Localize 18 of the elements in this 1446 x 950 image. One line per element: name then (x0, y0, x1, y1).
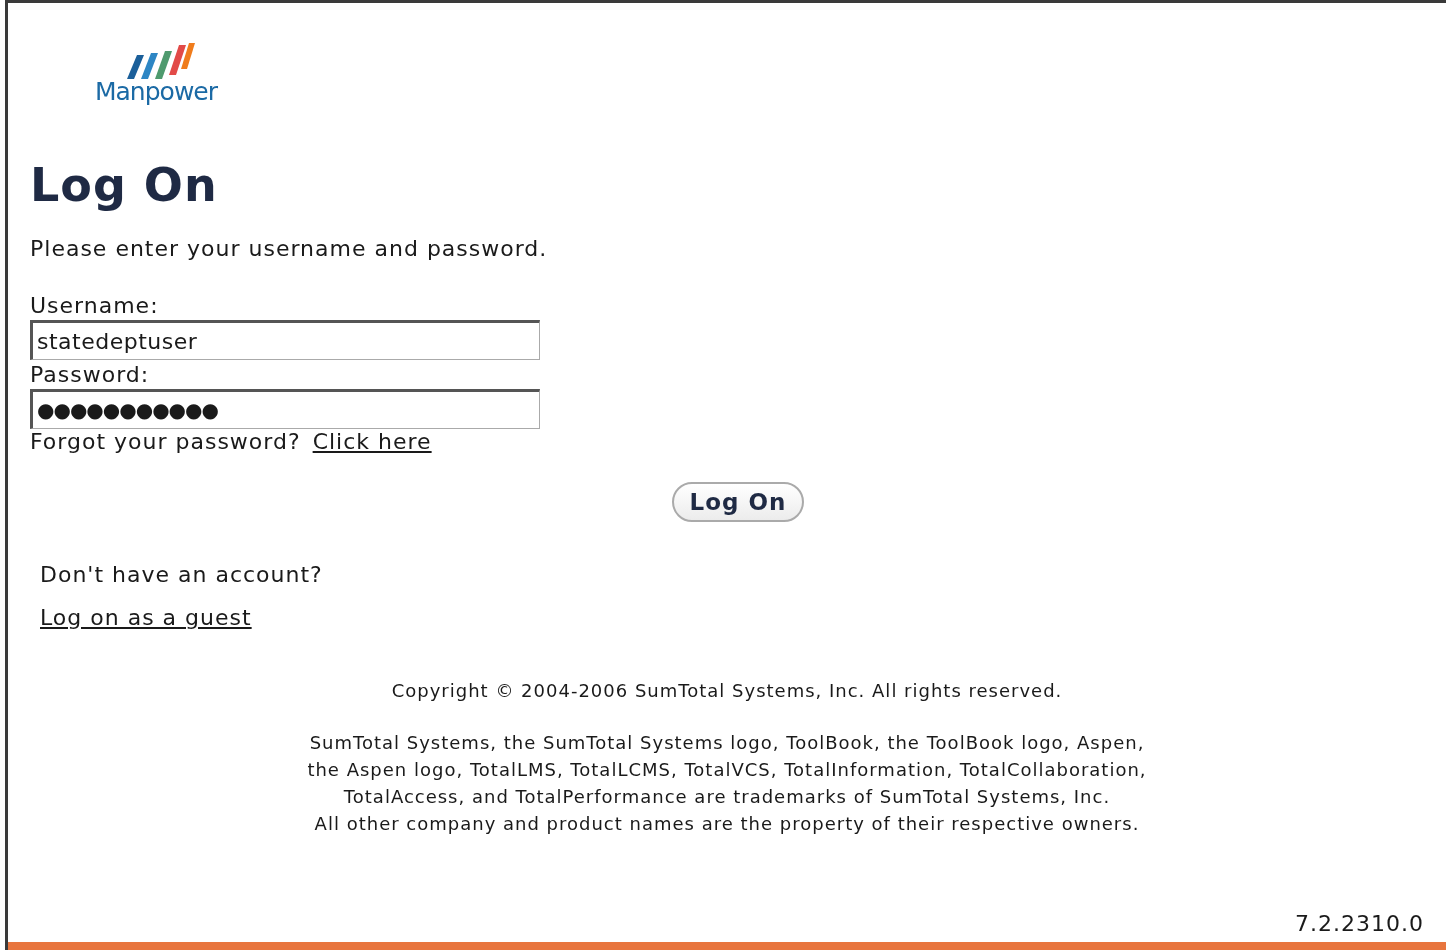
field-label: Password: (30, 362, 151, 387)
trademark-text: TotalAccess, and TotalPerformance are trademarks of SumTotal Systems, Inc. (343, 785, 1111, 809)
log-on-button[interactable]: Log On (671, 482, 805, 522)
account-text: Don't have an account? (40, 562, 323, 587)
page-title: Log On (30, 158, 219, 212)
version-text: 7.2.2310.0 (1295, 911, 1424, 936)
trademark-text: SumTotal Systems, the SumTotal Systems logo, ToolBook, the ToolBook logo, Aspen, (309, 731, 1145, 755)
trademark-text: All other company and product names are the property of their respective owners. (314, 812, 1140, 836)
click-here-link[interactable]: Click here (312, 429, 432, 454)
copyright-text: Copyright © 2004-2006 SumTotal Systems, Inc. All rights reserved. (390, 680, 1064, 701)
forgot-text: Forgot your password? (30, 429, 301, 454)
field-label: Username: (30, 293, 160, 318)
username-field[interactable]: statedeptuser (30, 320, 540, 360)
guest-link[interactable]: Log on as a guest (40, 605, 252, 630)
instructions-text: Please enter your username and password. (30, 236, 549, 261)
password-field[interactable]: ●●●●●●●●●●● (30, 389, 540, 429)
trademark-text: the Aspen logo, TotalLMS, TotalLCMS, TotalVCS, TotalInformation, TotalCollaboration, (307, 758, 1147, 782)
logo-text: Manpower (95, 77, 217, 106)
